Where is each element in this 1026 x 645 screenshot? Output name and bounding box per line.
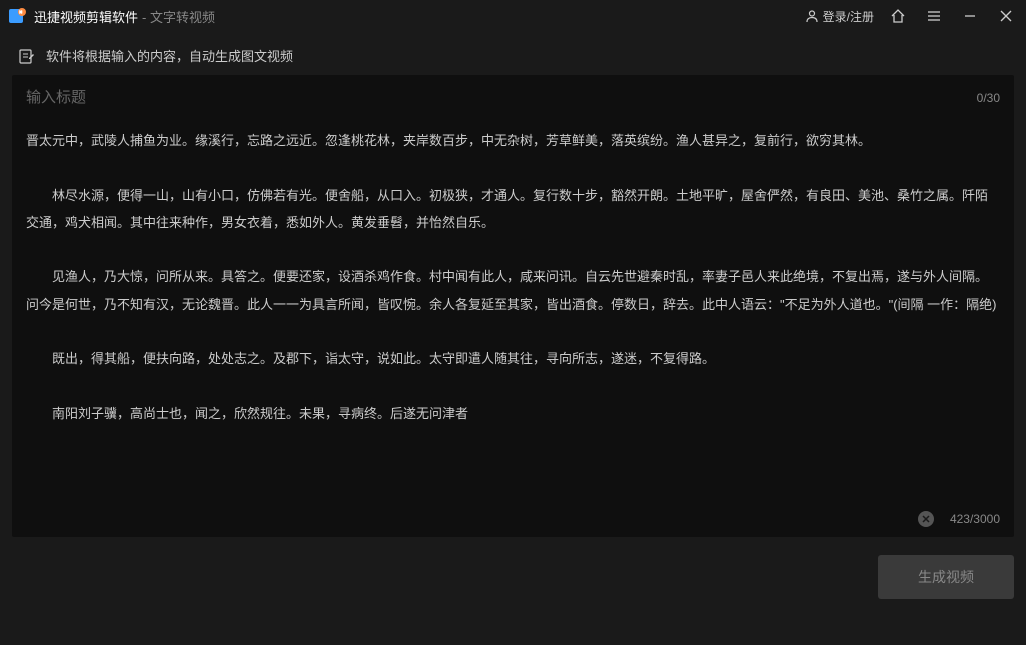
home-button[interactable] xyxy=(886,4,910,28)
title-row: 0/30 xyxy=(12,75,1014,117)
info-text: 软件将根据输入的内容，自动生成图文视频 xyxy=(46,46,293,65)
app-subtitle: - 文字转视频 xyxy=(142,7,215,26)
titlebar-right: 登录/注册 xyxy=(805,4,1018,28)
title-input[interactable] xyxy=(26,89,977,106)
body-footer: 423/3000 xyxy=(12,505,1014,537)
action-bar: 生成视频 xyxy=(0,537,1026,599)
content-wrapper: 0/30 晋太元中，武陵人捕鱼为业。缘溪行，忘路之远近。忽逢桃花林，夹岸数百步，… xyxy=(0,75,1026,537)
app-logo-icon xyxy=(8,6,28,26)
body-textarea[interactable]: 晋太元中，武陵人捕鱼为业。缘溪行，忘路之远近。忽逢桃花林，夹岸数百步，中无杂树，… xyxy=(12,117,1014,505)
info-bar: 软件将根据输入的内容，自动生成图文视频 xyxy=(0,32,1026,75)
minimize-icon xyxy=(963,9,977,23)
generate-button[interactable]: 生成视频 xyxy=(878,555,1014,599)
title-counter: 0/30 xyxy=(977,91,1000,105)
edit-icon xyxy=(18,47,36,65)
x-icon xyxy=(922,515,930,523)
close-button[interactable] xyxy=(994,4,1018,28)
home-icon xyxy=(890,8,906,24)
minimize-button[interactable] xyxy=(958,4,982,28)
user-icon xyxy=(805,9,819,23)
body-counter: 423/3000 xyxy=(950,512,1000,526)
close-icon xyxy=(999,9,1013,23)
menu-button[interactable] xyxy=(922,4,946,28)
login-button[interactable]: 登录/注册 xyxy=(805,8,874,25)
app-title: 迅捷视频剪辑软件 xyxy=(34,7,138,26)
titlebar: 迅捷视频剪辑软件 - 文字转视频 登录/注册 xyxy=(0,0,1026,32)
login-label: 登录/注册 xyxy=(823,8,874,25)
hamburger-icon xyxy=(927,9,941,23)
editor-panel: 0/30 晋太元中，武陵人捕鱼为业。缘溪行，忘路之远近。忽逢桃花林，夹岸数百步，… xyxy=(12,75,1014,537)
clear-button[interactable] xyxy=(918,511,934,527)
